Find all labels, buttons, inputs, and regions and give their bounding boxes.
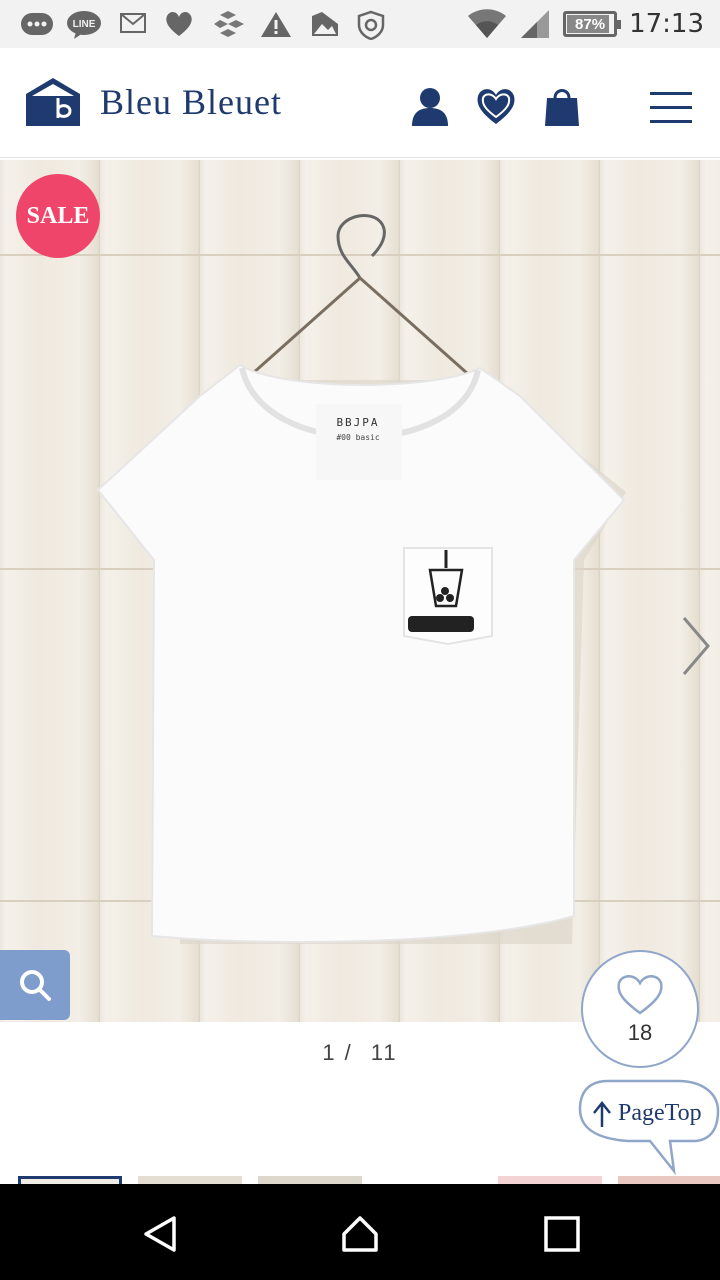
site-logo[interactable]: Bleu Bleuet <box>24 76 282 128</box>
thumbnail-strip <box>0 1174 720 1184</box>
garment-label-line: #00 basic <box>336 433 380 442</box>
tshirt-photo: BBJPA #00 basic <box>96 214 626 944</box>
clock: 17:13 <box>629 9 704 39</box>
garment-label-brand: BBJPA <box>336 416 379 429</box>
search-icon <box>20 970 51 1001</box>
line-label: LINE <box>73 19 96 30</box>
status-bar: LINE 87% 17:13 <box>0 0 720 48</box>
sale-badge: SALE <box>16 174 100 258</box>
mail-icon <box>120 13 146 33</box>
thumbnail-6[interactable] <box>618 1176 720 1184</box>
total-images: 11 <box>370 1040 398 1065</box>
zoom-search-button[interactable] <box>0 950 70 1020</box>
favorites-button[interactable] <box>474 84 518 128</box>
wifi-icon <box>468 9 507 38</box>
chat-bubble-icon <box>21 13 53 35</box>
favorite-count: 18 <box>627 1020 653 1045</box>
battery-indicator: 87% <box>563 11 622 37</box>
hanger-bar <box>251 275 469 376</box>
thumbnail-4[interactable] <box>378 1176 482 1184</box>
hamburger-menu-button[interactable] <box>650 92 692 124</box>
cart-button[interactable] <box>540 84 584 128</box>
thumbnail-5[interactable] <box>498 1176 602 1184</box>
system-navigation-bar <box>0 1184 720 1280</box>
thumbnail-2[interactable] <box>138 1176 242 1184</box>
heart-outline-icon <box>617 975 663 1015</box>
recent-apps-icon[interactable] <box>542 1214 582 1254</box>
account-button[interactable] <box>408 84 452 128</box>
current-image-index: 1 <box>322 1040 337 1065</box>
logo-mark-icon <box>26 78 80 126</box>
site-header: Bleu Bleuet <box>0 48 720 158</box>
back-icon[interactable] <box>140 1214 180 1254</box>
cell-signal-icon <box>521 10 550 38</box>
product-image-carousel[interactable]: BBJPA #00 basic <box>0 160 720 1022</box>
brand-name: Bleu Bleuet <box>100 82 282 122</box>
thumbnail-3[interactable] <box>258 1176 362 1184</box>
hamburger-menu-icon <box>650 92 692 95</box>
hanger-hook <box>336 214 386 279</box>
account-icon <box>412 88 448 126</box>
battery-percent: 87% <box>575 15 606 33</box>
home-icon[interactable] <box>340 1214 380 1254</box>
shopping-bag-icon <box>545 89 579 126</box>
shield-icon <box>357 10 385 40</box>
warning-icon <box>261 12 291 37</box>
favorite-button[interactable]: 18 <box>581 950 699 1068</box>
thumbnail-1[interactable] <box>18 1176 122 1184</box>
page-top-label[interactable]: PageTop <box>618 1100 702 1127</box>
photo-icon <box>312 12 338 36</box>
line-app-icon: LINE <box>67 11 101 39</box>
next-image-arrow[interactable] <box>676 614 716 678</box>
favorites-heart-icon <box>477 89 515 124</box>
heart-icon <box>166 11 192 36</box>
cubes-icon <box>214 11 244 37</box>
